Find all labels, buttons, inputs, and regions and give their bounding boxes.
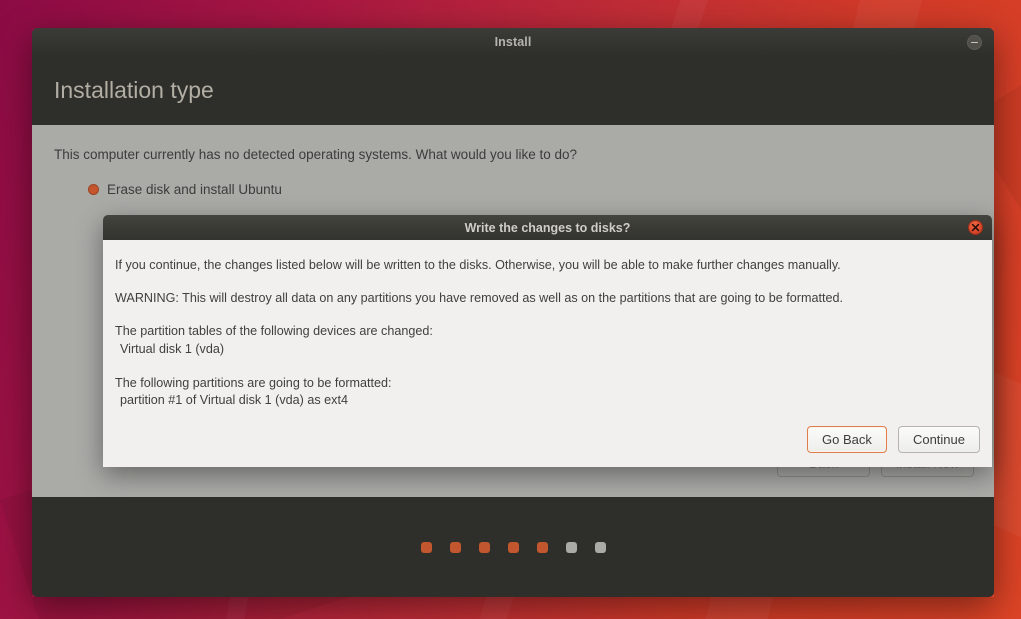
installer-window: Install Installation type This computer … [32,28,994,597]
radio-selected-icon[interactable] [88,184,99,195]
content-question: This computer currently has no detected … [54,147,972,162]
page-title: Installation type [54,77,214,104]
desktop-background: Install Installation type This computer … [0,0,1021,619]
changed-devices-heading: The partition tables of the following de… [115,323,980,340]
continue-button[interactable]: Continue [898,426,980,453]
window-titlebar[interactable]: Install [32,28,994,56]
dialog-body: If you continue, the changes listed belo… [103,240,992,467]
radio-option-label: Erase disk and install Ubuntu [107,182,282,197]
progress-dot [450,542,461,553]
changed-devices-group: The partition tables of the following de… [115,323,980,358]
dialog-titlebar[interactable]: Write the changes to disks? [103,215,992,240]
minimize-bar [971,42,978,44]
progress-footer [32,497,994,597]
changed-devices-item: Virtual disk 1 (vda) [115,341,980,358]
dialog-title: Write the changes to disks? [465,221,631,235]
write-changes-dialog: Write the changes to disks? If you conti… [103,215,992,467]
page-header: Installation type [32,56,994,125]
dialog-paragraph-warning: WARNING: This will destroy all data on a… [115,290,980,306]
radio-option-erase-disk[interactable]: Erase disk and install Ubuntu [54,182,972,197]
dialog-actions: Go Back Continue [807,426,980,453]
minimize-icon[interactable] [967,35,982,50]
window-title: Install [495,35,532,49]
progress-dot [537,542,548,553]
progress-dot [508,542,519,553]
progress-dot [421,542,432,553]
go-back-button[interactable]: Go Back [807,426,887,453]
dialog-paragraph-continue: If you continue, the changes listed belo… [115,257,980,273]
progress-dot [479,542,490,553]
formatted-partitions-group: The following partitions are going to be… [115,375,980,410]
progress-dot [566,542,577,553]
progress-dot [595,542,606,553]
formatted-partitions-item: partition #1 of Virtual disk 1 (vda) as … [115,392,980,409]
formatted-partitions-heading: The following partitions are going to be… [115,375,980,392]
close-icon[interactable] [968,220,983,235]
